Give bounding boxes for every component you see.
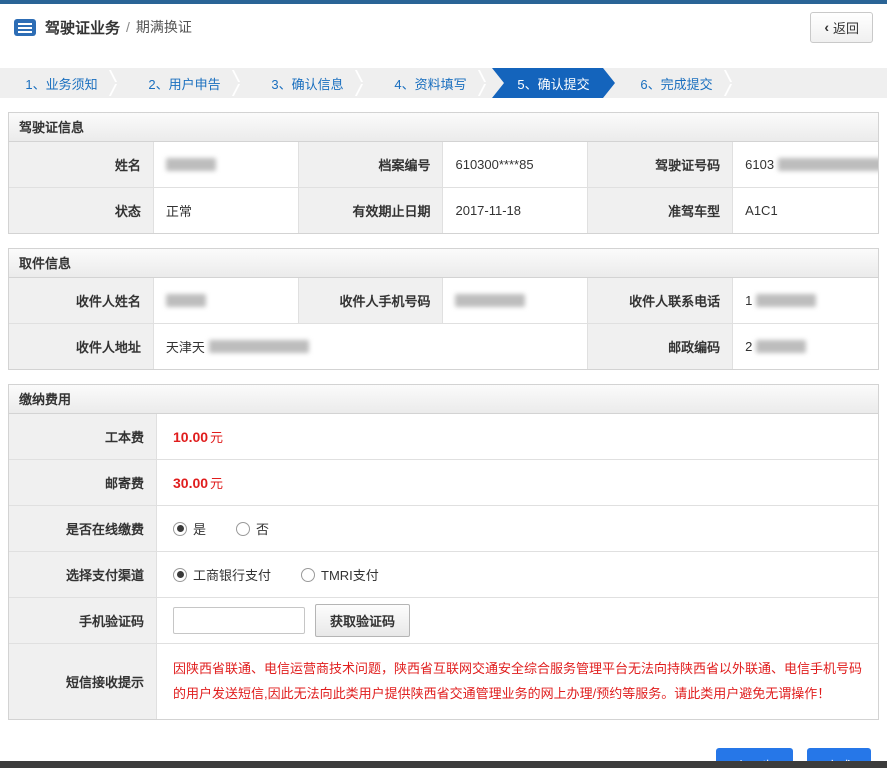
sms-tip-row: 短信接收提示 因陕西省联通、电信运营商技术问题，陕西省互联网交通安全综合服务管理… bbox=[9, 643, 878, 719]
sms-code-row: 手机验证码 获取验证码 bbox=[9, 597, 878, 643]
channel-icbc-label: 工商银行支付 bbox=[193, 568, 272, 583]
redacted-recipient-name bbox=[165, 294, 206, 307]
license-no-label: 驾驶证号码 bbox=[588, 142, 734, 187]
online-pay-no-label: 否 bbox=[256, 522, 270, 537]
fee-amount: 10.00 bbox=[173, 428, 209, 445]
postage-unit: 元 bbox=[210, 476, 224, 491]
back-chevron-icon: ‹ bbox=[824, 19, 829, 35]
archive-no-label: 档案编号 bbox=[298, 142, 444, 187]
online-pay-no-option[interactable]: 否 bbox=[236, 519, 269, 538]
name-value bbox=[153, 142, 299, 187]
redacted-license-no bbox=[778, 158, 878, 171]
pay-channel-label: 选择支付渠道 bbox=[9, 552, 157, 597]
radio-checked-icon[interactable] bbox=[173, 521, 187, 536]
radio-unchecked-icon[interactable] bbox=[301, 567, 316, 582]
recipient-tel-value: 1 bbox=[733, 278, 878, 323]
online-pay-yes-option[interactable]: 是 bbox=[173, 519, 206, 538]
zip-code-value: 2 bbox=[733, 324, 878, 369]
table-row: 收件人地址 天津天 邮政编码 2 bbox=[9, 323, 878, 369]
online-pay-label: 是否在线缴费 bbox=[9, 506, 157, 551]
fee-unit: 元 bbox=[210, 430, 224, 445]
pickup-info-section: 取件信息 收件人姓名 收件人手机号码 收件人联系电话 1 收件人地址 天津天 邮… bbox=[8, 248, 879, 370]
step-1-business-notice[interactable]: 1、业务须知 bbox=[0, 68, 123, 98]
sms-code-field-group: 获取验证码 bbox=[157, 598, 878, 643]
back-button[interactable]: ‹ 返回 bbox=[810, 11, 873, 43]
sms-tip-label: 短信接收提示 bbox=[9, 644, 157, 719]
channel-icbc-option[interactable]: 工商银行支付 bbox=[173, 565, 271, 584]
postage-row: 邮寄费 30.00 元 bbox=[9, 459, 878, 505]
fee-row: 工本费 10.00 元 bbox=[9, 414, 878, 459]
channel-tmri-label: TMRI支付 bbox=[321, 568, 379, 583]
postage-amount: 30.00 bbox=[173, 474, 209, 491]
online-pay-row: 是否在线缴费 是 否 bbox=[9, 505, 878, 551]
license-section-title: 驾驶证信息 bbox=[9, 113, 878, 142]
postage-label: 邮寄费 bbox=[9, 460, 157, 505]
pay-channel-row: 选择支付渠道 工商银行支付 TMRI支付 bbox=[9, 551, 878, 597]
pickup-section-title: 取件信息 bbox=[9, 249, 878, 278]
table-row: 收件人姓名 收件人手机号码 收件人联系电话 1 bbox=[9, 278, 878, 323]
step-5-confirm-submit[interactable]: 5、确认提交 bbox=[492, 68, 615, 98]
step-6-complete-submit[interactable]: 6、完成提交 bbox=[615, 68, 738, 98]
expiry-date-value: 2017-11-18 bbox=[443, 188, 589, 233]
redacted-mobile bbox=[455, 294, 526, 307]
license-business-icon bbox=[14, 18, 36, 36]
redacted-tel bbox=[756, 294, 817, 307]
online-pay-options: 是 否 bbox=[157, 506, 878, 551]
page-title: 驾驶证业务 bbox=[45, 19, 121, 37]
recipient-address-value: 天津天 bbox=[153, 324, 589, 369]
step-navigation: 1、业务须知 2、用户申告 3、确认信息 4、资料填写 5、确认提交 6、完成提… bbox=[0, 68, 887, 98]
pay-channel-options: 工商银行支付 TMRI支付 bbox=[157, 552, 878, 597]
recipient-address-label: 收件人地址 bbox=[9, 324, 154, 369]
radio-unchecked-icon[interactable] bbox=[236, 521, 251, 536]
license-no-value: 6103 bbox=[733, 142, 878, 187]
step-3-confirm-info[interactable]: 3、确认信息 bbox=[246, 68, 369, 98]
postage-value: 30.00 元 bbox=[157, 460, 878, 505]
header: 驾驶证业务 / 期满换证 ‹ 返回 bbox=[0, 4, 887, 50]
fee-value: 10.00 元 bbox=[157, 414, 878, 459]
page-footer-bar bbox=[0, 761, 887, 768]
channel-tmri-option[interactable]: TMRI支付 bbox=[301, 565, 379, 584]
step-2-user-declaration[interactable]: 2、用户申告 bbox=[123, 68, 246, 98]
name-label: 姓名 bbox=[9, 142, 154, 187]
step-4-fill-data[interactable]: 4、资料填写 bbox=[369, 68, 492, 98]
online-pay-yes-label: 是 bbox=[193, 522, 207, 537]
status-value: 正常 bbox=[153, 188, 299, 233]
sms-code-label: 手机验证码 bbox=[9, 598, 157, 643]
breadcrumb-separator: / bbox=[126, 19, 130, 35]
vehicle-class-value: A1C1 bbox=[733, 188, 878, 233]
fee-label: 工本费 bbox=[9, 414, 157, 459]
recipient-mobile-value bbox=[443, 278, 589, 323]
payment-section: 缴纳费用 工本费 10.00 元 邮寄费 30.00 元 是否在线缴费 是 否 … bbox=[8, 384, 879, 720]
redacted-address bbox=[208, 340, 309, 353]
breadcrumb-current: 期满换证 bbox=[135, 19, 192, 35]
recipient-name-label: 收件人姓名 bbox=[9, 278, 154, 323]
radio-checked-icon[interactable] bbox=[173, 567, 187, 582]
sms-code-input[interactable] bbox=[173, 607, 305, 634]
redacted-name bbox=[165, 158, 216, 171]
recipient-tel-label: 收件人联系电话 bbox=[588, 278, 734, 323]
page: 驾驶证业务 / 期满换证 ‹ 返回 1、业务须知 2、用户申告 3、确认信息 4… bbox=[0, 0, 887, 768]
zip-code-label: 邮政编码 bbox=[588, 324, 734, 369]
payment-section-title: 缴纳费用 bbox=[9, 385, 878, 414]
table-row: 状态 正常 有效期止日期 2017-11-18 准驾车型 A1C1 bbox=[9, 187, 878, 233]
license-info-section: 驾驶证信息 姓名 档案编号 610300****85 驾驶证号码 6103 状态… bbox=[8, 112, 879, 234]
status-label: 状态 bbox=[9, 188, 154, 233]
back-button-label: 返回 bbox=[832, 20, 859, 36]
recipient-name-value bbox=[153, 278, 299, 323]
recipient-mobile-label: 收件人手机号码 bbox=[298, 278, 444, 323]
vehicle-class-label: 准驾车型 bbox=[588, 188, 734, 233]
table-row: 姓名 档案编号 610300****85 驾驶证号码 6103 bbox=[9, 142, 878, 187]
expiry-date-label: 有效期止日期 bbox=[298, 188, 444, 233]
sms-tip-text: 因陕西省联通、电信运营商技术问题，陕西省互联网交通安全综合服务管理平台无法向持陕… bbox=[157, 644, 878, 719]
redacted-zip bbox=[756, 340, 807, 353]
get-sms-code-button[interactable]: 获取验证码 bbox=[315, 604, 411, 637]
archive-no-value: 610300****85 bbox=[443, 142, 589, 187]
